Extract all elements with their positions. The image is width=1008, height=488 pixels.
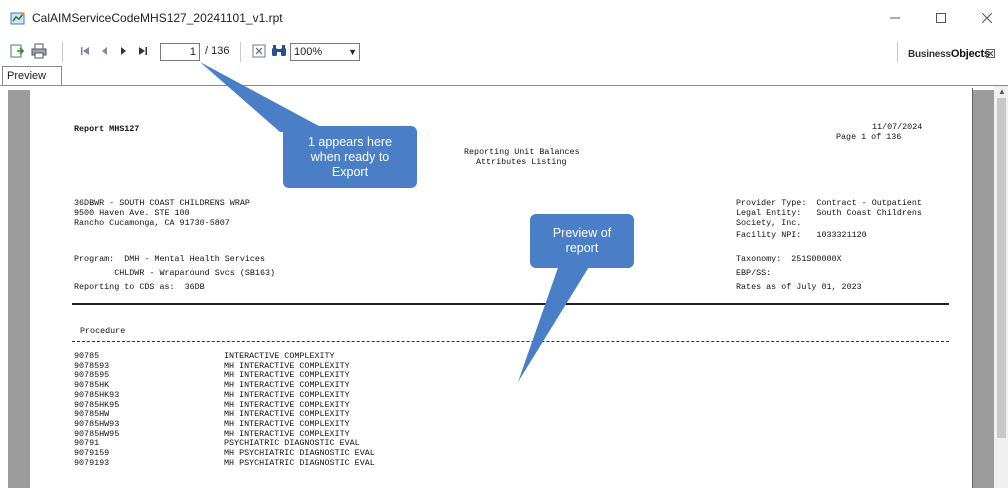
callout-pointers <box>200 62 592 382</box>
export-callout-line2: when ready to <box>310 149 390 164</box>
export-callout-line1: 1 appears here <box>307 134 393 149</box>
preview-callout-pointer <box>518 262 592 382</box>
export-callout-pointer <box>200 62 330 132</box>
preview-callout: Preview of report <box>530 214 634 268</box>
export-callout-line3: Export <box>331 164 369 179</box>
preview-callout-line2: report <box>565 241 599 255</box>
export-callout: 1 appears here when ready to Export <box>283 126 417 188</box>
preview-callout-line1: Preview of <box>552 226 612 240</box>
